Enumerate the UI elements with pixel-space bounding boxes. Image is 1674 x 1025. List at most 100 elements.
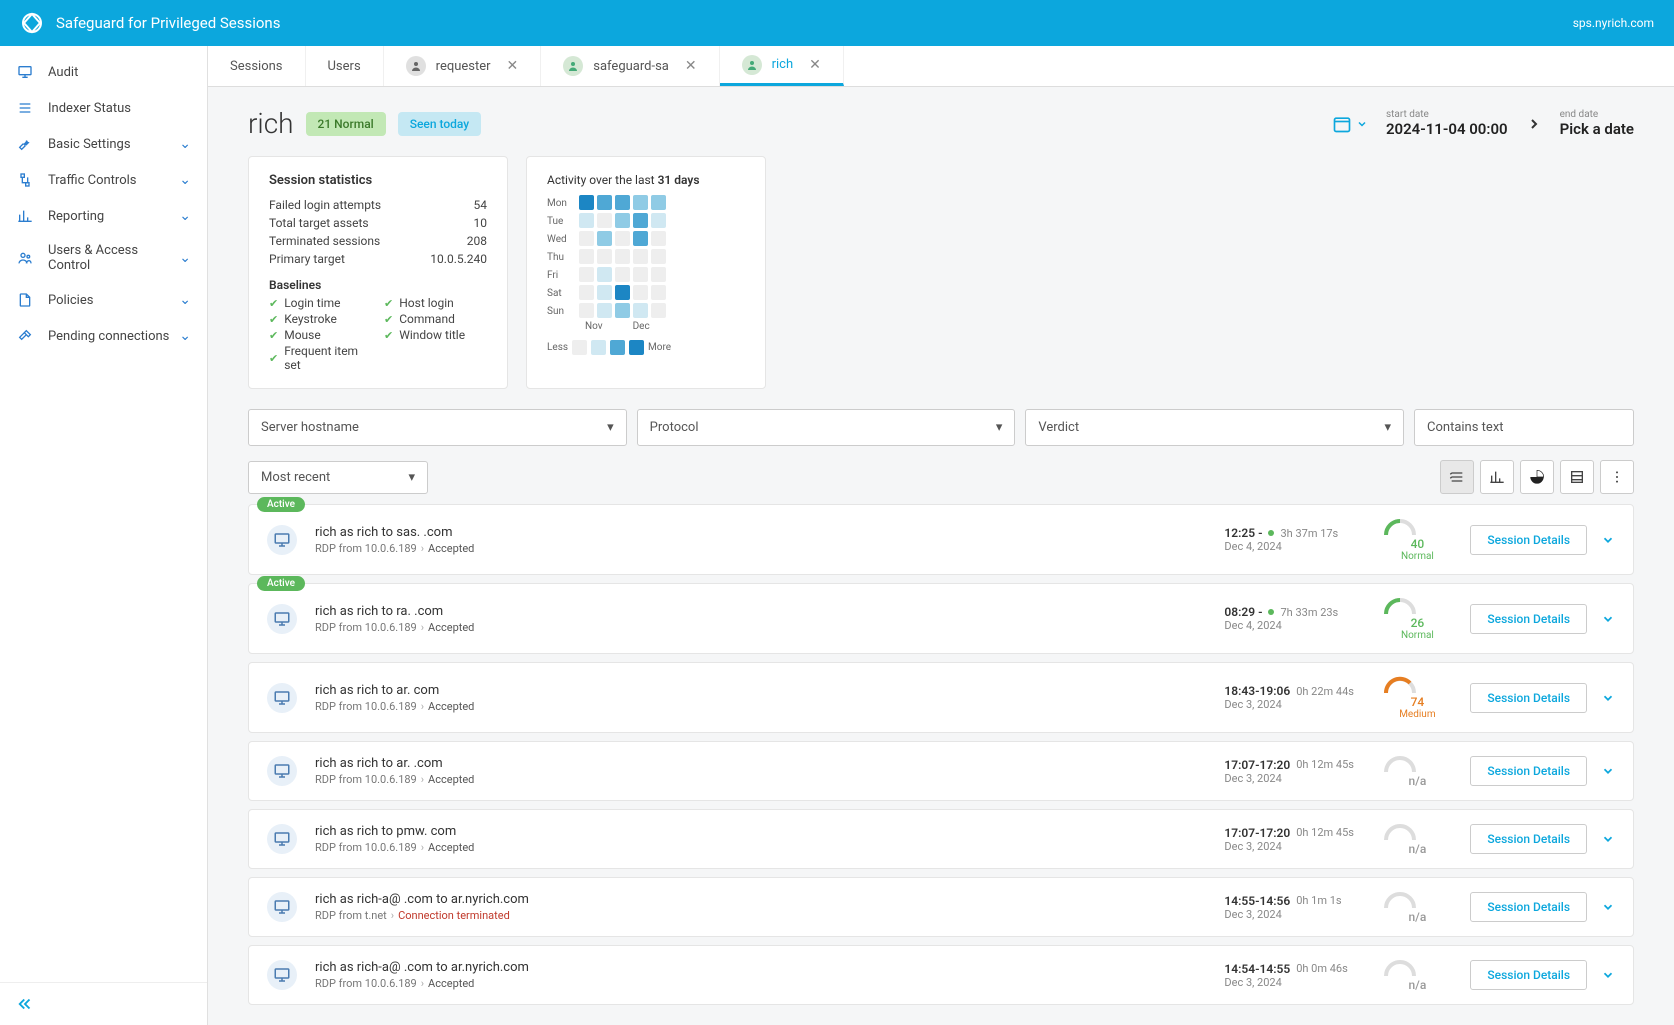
sidebar-item-basic-settings[interactable]: Basic Settings⌄: [0, 126, 207, 162]
heatmap-cell: [579, 285, 594, 300]
check-icon: ✔: [384, 313, 393, 326]
monitor-icon: [267, 960, 297, 990]
page-title: rich: [248, 107, 294, 140]
heatmap-cell: [579, 267, 594, 282]
tab-sessions[interactable]: Sessions: [208, 46, 306, 86]
session-details-button[interactable]: Session Details: [1470, 892, 1587, 922]
heatmap-cell: [615, 213, 630, 228]
baseline-item: ✔Frequent item set: [269, 344, 372, 372]
heatmap-cell: [651, 213, 666, 228]
heatmap-cell: [651, 231, 666, 246]
sort-select[interactable]: Most recent▾: [248, 461, 428, 494]
heatmap-cell: [579, 303, 594, 318]
contains-text-input[interactable]: Contains text: [1414, 409, 1634, 446]
chevron-down-icon[interactable]: [1601, 900, 1615, 914]
check-icon: ✔: [384, 329, 393, 342]
active-dot-icon: [1268, 530, 1274, 536]
sidebar-item-pending-connections[interactable]: Pending connections⌄: [0, 318, 207, 354]
session-details-button[interactable]: Session Details: [1470, 756, 1587, 786]
sidebar-item-users-access-control[interactable]: Users & Access Control⌄: [0, 234, 207, 282]
baseline-item: ✔Mouse: [269, 328, 372, 342]
heatmap-cell: [651, 267, 666, 282]
sidebar-collapse-button[interactable]: [0, 982, 207, 1025]
heatmap-cell: [597, 231, 612, 246]
view-list-button[interactable]: [1440, 460, 1474, 494]
calendar-icon[interactable]: [1332, 114, 1368, 134]
sidebar-item-traffic-controls[interactable]: Traffic Controls⌄: [0, 162, 207, 198]
chevron-down-icon[interactable]: [1601, 832, 1615, 846]
chevron-down-icon[interactable]: [1601, 612, 1615, 626]
heatmap-cell: [651, 303, 666, 318]
user-icon: [406, 56, 426, 76]
session-row: rich as rich to pmw. comRDP from 10.0.6.…: [248, 809, 1634, 869]
close-icon[interactable]: ✕: [809, 57, 821, 73]
sidebar-item-audit[interactable]: Audit: [0, 54, 207, 90]
view-chart-button[interactable]: [1480, 460, 1514, 494]
heatmap-cell: [633, 213, 648, 228]
end-date-picker[interactable]: end date Pick a date: [1560, 109, 1634, 138]
verdict-select[interactable]: Verdict▾: [1025, 409, 1404, 446]
session-details-button[interactable]: Session Details: [1470, 960, 1587, 990]
heatmap-cell: [579, 249, 594, 264]
heatmap-cell: [633, 231, 648, 246]
server-hostname-select[interactable]: Server hostname▾: [248, 409, 627, 446]
heatmap-cell: [579, 231, 594, 246]
user-icon: [563, 56, 583, 76]
tab-safeguard-sa[interactable]: safeguard-sa✕: [541, 46, 719, 86]
gauge-icon: [1382, 596, 1418, 616]
close-icon[interactable]: ✕: [685, 58, 697, 74]
chevron-right-icon: [1526, 116, 1542, 132]
view-pie-button[interactable]: [1520, 460, 1554, 494]
session-stats-card: Session statistics Failed login attempts…: [248, 156, 508, 389]
view-table-button[interactable]: [1560, 460, 1594, 494]
chart-icon: [16, 207, 34, 225]
host-label: sps.nyrich.com: [1573, 16, 1654, 30]
chevron-down-icon[interactable]: [1601, 691, 1615, 705]
chevron-down-icon[interactable]: [1601, 533, 1615, 547]
monitor-icon: [267, 525, 297, 555]
monitor-icon: [16, 63, 34, 81]
session-row: Activerich as rich to sas. .comRDP from …: [248, 504, 1634, 575]
doc-icon: [16, 291, 34, 309]
sidebar-item-policies[interactable]: Policies⌄: [0, 282, 207, 318]
stat-row: Failed login attempts54: [269, 196, 487, 214]
chevron-down-icon: ⌄: [179, 136, 191, 152]
session-details-button[interactable]: Session Details: [1470, 683, 1587, 713]
start-date-picker[interactable]: start date 2024-11-04 00:00: [1386, 109, 1508, 138]
session-details-button[interactable]: Session Details: [1470, 525, 1587, 555]
view-more-button[interactable]: [1600, 460, 1634, 494]
check-icon: ✔: [269, 297, 278, 310]
stat-row: Terminated sessions208: [269, 232, 487, 250]
baseline-item: ✔Keystroke: [269, 312, 372, 326]
heatmap-cell: [651, 195, 666, 210]
session-details-button[interactable]: Session Details: [1470, 604, 1587, 634]
active-badge: Active: [257, 576, 305, 591]
tab-rich[interactable]: rich✕: [720, 46, 844, 86]
chevron-down-icon: ⌄: [179, 292, 191, 308]
heatmap-cell: [633, 303, 648, 318]
session-row: rich as rich to ar. .comRDP from 10.0.6.…: [248, 741, 1634, 801]
app-logo-icon: [20, 11, 44, 35]
tab-requester[interactable]: requester✕: [384, 46, 542, 86]
heatmap-cell: [597, 267, 612, 282]
protocol-select[interactable]: Protocol▾: [637, 409, 1016, 446]
tab-bar: SessionsUsersrequester✕safeguard-sa✕rich…: [208, 46, 1674, 87]
heatmap-cell: [579, 195, 594, 210]
sidebar-item-indexer-status[interactable]: Indexer Status: [0, 90, 207, 126]
tab-users[interactable]: Users: [306, 46, 384, 86]
heatmap-cell: [633, 285, 648, 300]
close-icon[interactable]: ✕: [507, 58, 519, 74]
wrench-icon: [16, 135, 34, 153]
chevron-down-icon[interactable]: [1601, 968, 1615, 982]
heatmap-cell: [633, 249, 648, 264]
sidebar-item-reporting[interactable]: Reporting⌄: [0, 198, 207, 234]
check-icon: ✔: [269, 313, 278, 326]
monitor-icon: [267, 683, 297, 713]
chevron-down-icon: ⌄: [179, 250, 191, 266]
monitor-icon: [267, 756, 297, 786]
chevron-down-icon[interactable]: [1601, 764, 1615, 778]
session-details-button[interactable]: Session Details: [1470, 824, 1587, 854]
heatmap-cell: [597, 213, 612, 228]
heatmap-cell: [615, 285, 630, 300]
gauge-icon: [1382, 675, 1418, 695]
